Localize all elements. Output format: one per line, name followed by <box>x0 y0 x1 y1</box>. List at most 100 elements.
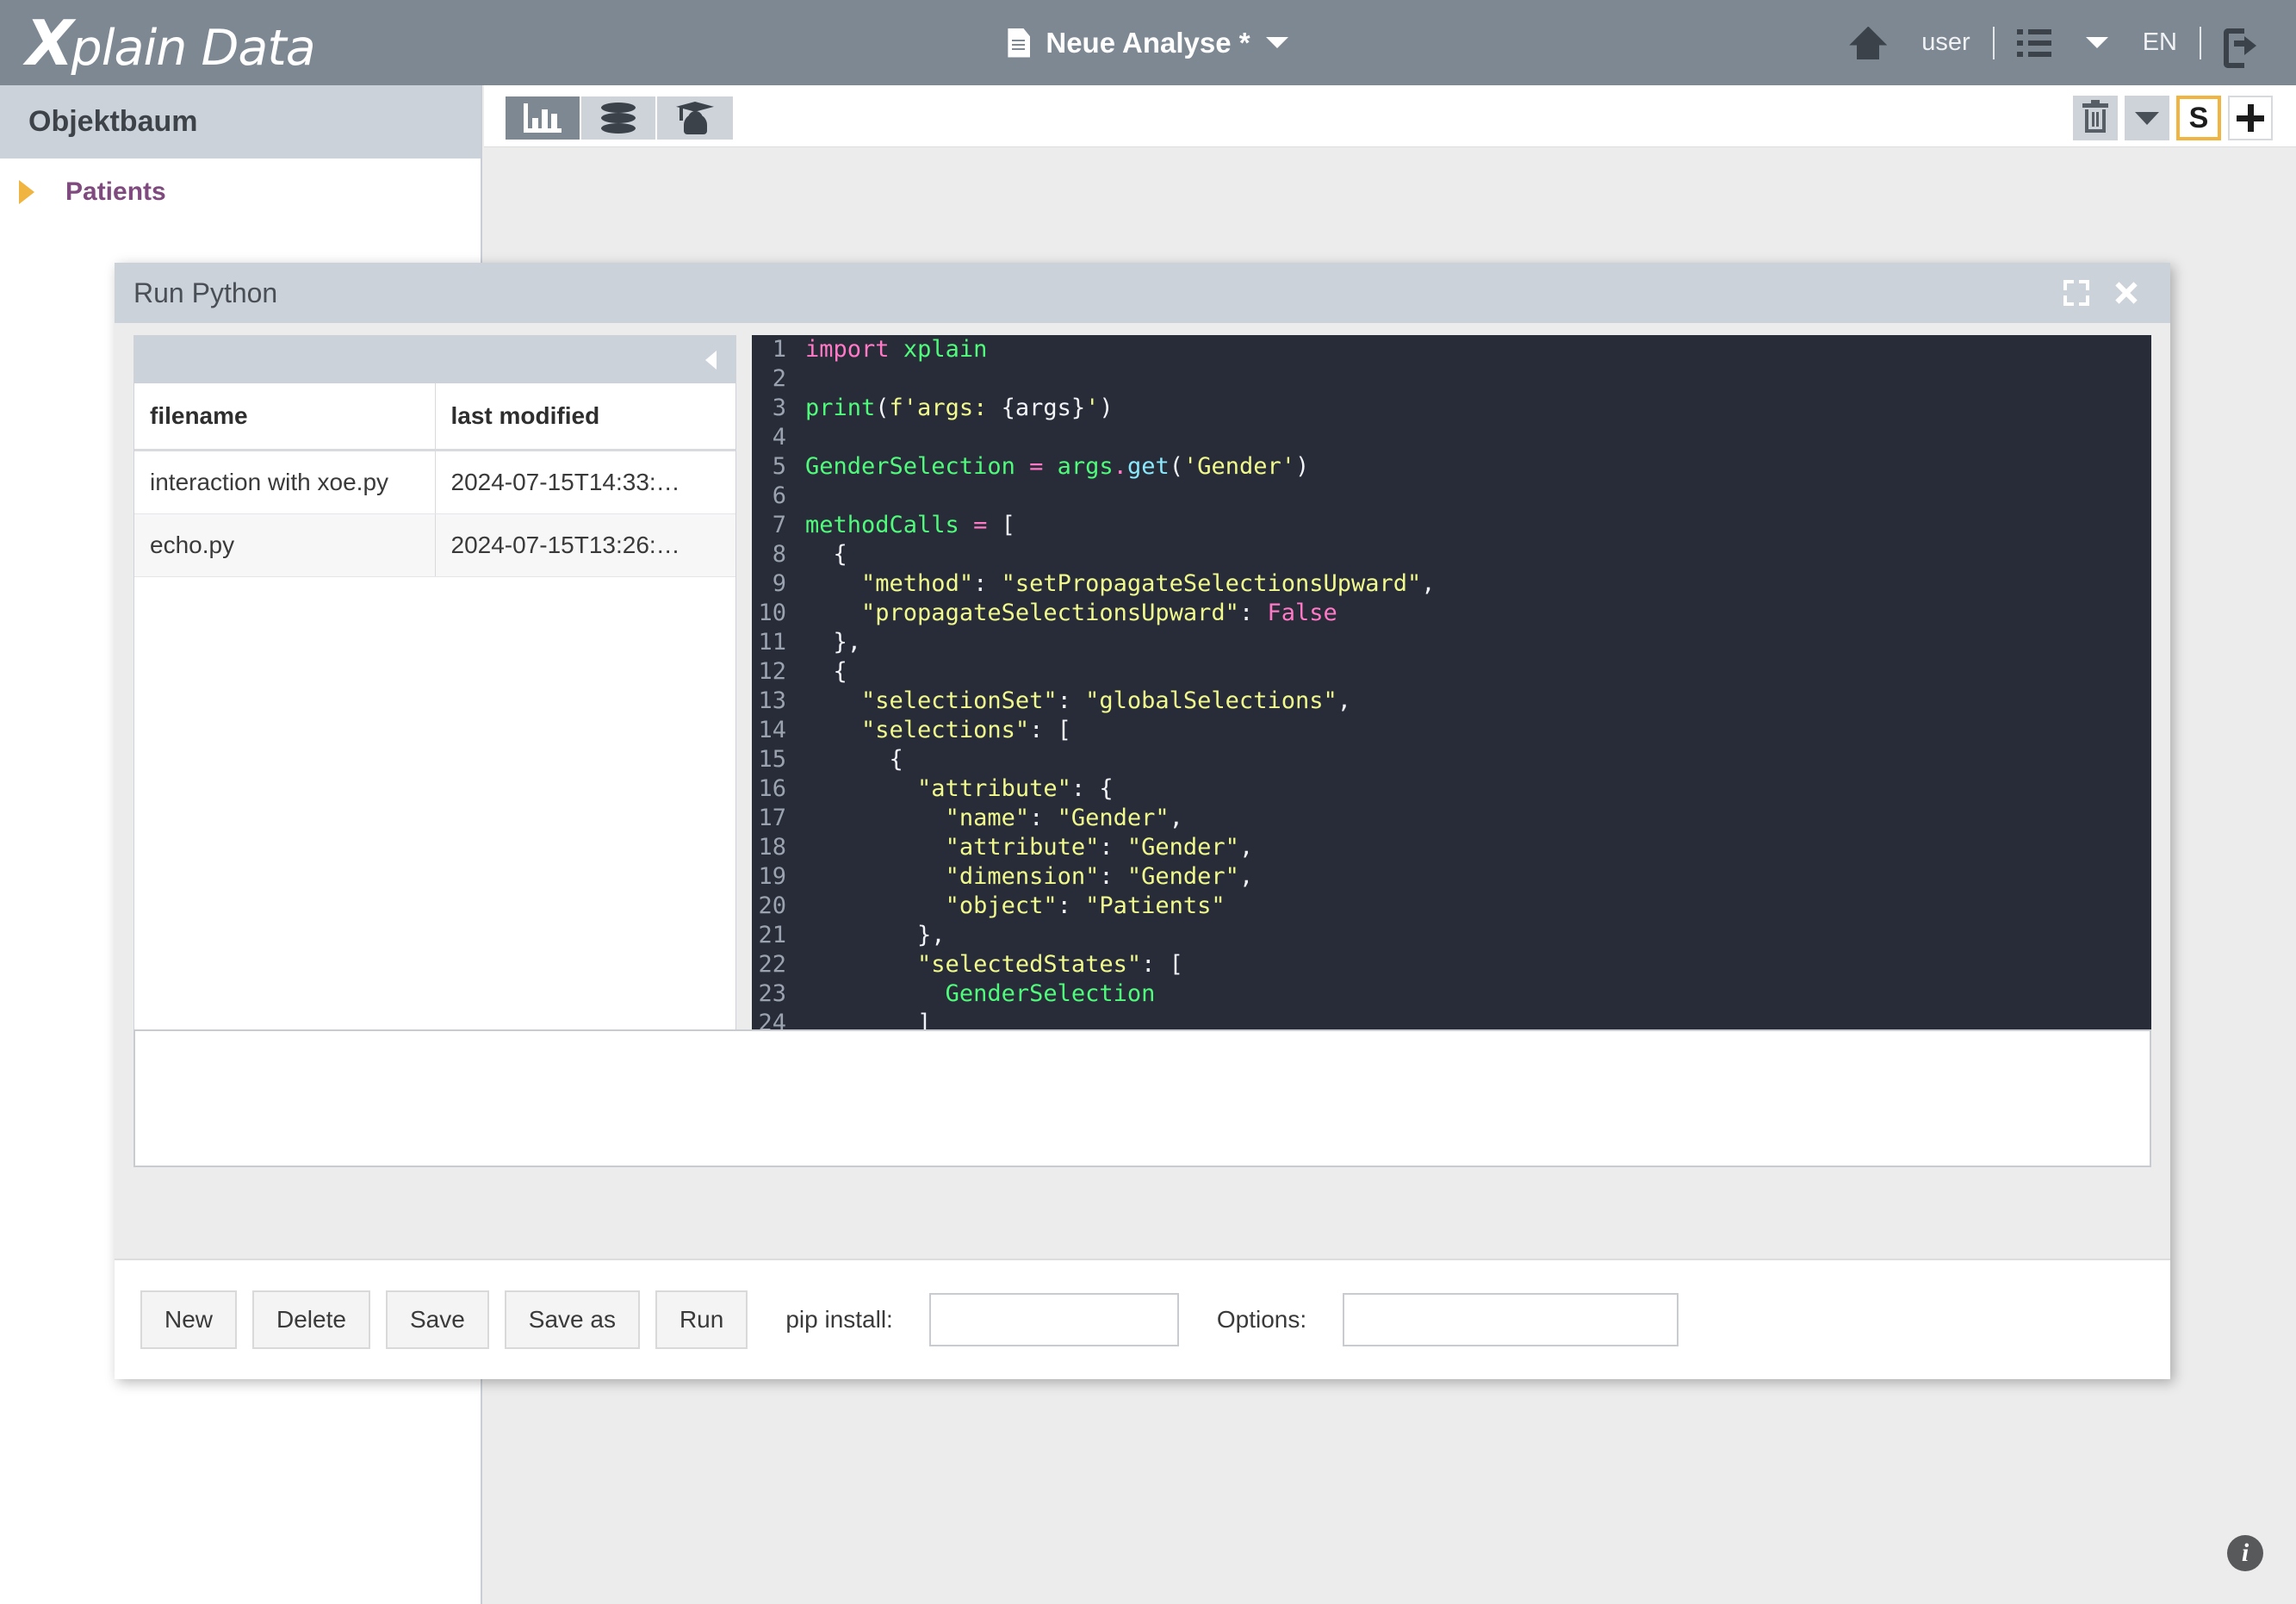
pip-install-input[interactable] <box>928 1293 1179 1346</box>
delete-button[interactable] <box>2073 96 2118 140</box>
chevron-down-icon <box>2135 111 2159 125</box>
code-line: 20 "object": "Patients" <box>752 892 2151 921</box>
app-header: X plain Data Neue Analyse * user EN <box>0 0 2296 85</box>
code-line: 19 "dimension": "Gender", <box>752 862 2151 892</box>
save-as-button[interactable]: Save as <box>504 1290 640 1349</box>
page-title: Neue Analyse * <box>1046 26 1250 59</box>
code-text: }, <box>805 922 946 948</box>
language-selector[interactable]: EN <box>2125 0 2194 85</box>
line-number: 23 <box>758 980 786 1007</box>
code-text: "attribute": "Gender", <box>945 834 1254 861</box>
line-number: 5 <box>772 453 786 480</box>
logout-button[interactable] <box>2206 0 2274 85</box>
line-number: 20 <box>758 892 786 919</box>
run-python-dialog: Run Python filename last modified intera… <box>115 263 2170 1379</box>
s-button[interactable]: S <box>2176 96 2221 140</box>
home-button[interactable] <box>1832 0 1904 85</box>
chart-view-button[interactable] <box>506 96 581 140</box>
pip-install-label: pip install: <box>785 1306 893 1333</box>
file-panel-toolbar <box>134 336 735 383</box>
run-button[interactable]: Run <box>655 1290 748 1349</box>
close-icon[interactable] <box>2113 280 2139 306</box>
code-line: 12 { <box>752 657 2151 687</box>
line-number: 2 <box>772 365 786 392</box>
code-line: 2 <box>752 364 2151 394</box>
code-text: print(f'args: {args}') <box>805 395 1114 421</box>
app-logo[interactable]: X plain Data <box>26 6 316 79</box>
logo-x-mark: X <box>26 6 73 79</box>
delete-dropdown-button[interactable] <box>2125 96 2169 140</box>
cell-filename: interaction with xoe.py <box>134 450 435 514</box>
code-text: "selectedStates": [ <box>917 951 1183 978</box>
line-number: 21 <box>758 922 786 948</box>
code-line: 22 "selectedStates": [ <box>752 950 2151 979</box>
sidebar-title: Objektbaum <box>28 105 198 138</box>
code-text: "name": "Gender", <box>945 805 1183 831</box>
code-line: 9 "method": "setPropagateSelectionsUpwar… <box>752 569 2151 599</box>
code-line: 14 "selections": [ <box>752 716 2151 745</box>
table-row[interactable]: interaction with xoe.py 2024-07-15T14:33:… <box>134 450 735 514</box>
code-line: 21 }, <box>752 921 2151 950</box>
expand-icon[interactable] <box>2063 280 2089 306</box>
code-text: "propagateSelectionsUpward": False <box>861 600 1337 626</box>
code-line: 6 <box>752 482 2151 511</box>
code-text: }, <box>805 629 862 656</box>
dialog-header: Run Python <box>115 263 2170 323</box>
code-editor[interactable]: 1 import xplain 2 3 print(f'args: {args}') 4 5… <box>752 335 2151 1072</box>
user-menu[interactable]: user <box>1904 0 1987 85</box>
graduation-cap-icon <box>676 102 714 134</box>
code-text: "attribute": { <box>917 775 1114 802</box>
code-text: GenderSelection = args.get('Gender') <box>805 453 1310 480</box>
options-input[interactable] <box>1343 1293 1679 1346</box>
line-number: 13 <box>758 687 786 714</box>
cell-last-modified: 2024-07-15T14:33:… <box>434 450 735 514</box>
sidebar-item-patients[interactable]: Patients <box>0 159 481 226</box>
line-number: 9 <box>772 570 786 597</box>
line-number: 16 <box>758 775 786 802</box>
line-number: 10 <box>758 600 786 626</box>
sidebar-item-label: Patients <box>65 177 166 206</box>
triangle-right-icon[interactable] <box>19 180 34 204</box>
delete-button[interactable]: Delete <box>252 1290 370 1349</box>
menu-dropdown-button[interactable] <box>2069 0 2125 85</box>
info-icon[interactable]: i <box>2227 1535 2263 1571</box>
column-header-filename[interactable]: filename <box>134 383 435 451</box>
line-number: 17 <box>758 805 786 831</box>
menu-list-button[interactable] <box>2000 0 2069 85</box>
view-mode-group <box>506 96 733 140</box>
code-text: "object": "Patients" <box>945 892 1226 919</box>
code-line: 15 { <box>752 745 2151 774</box>
home-icon <box>1849 27 1887 59</box>
code-text: "method": "setPropagateSelectionsUpward"… <box>861 570 1436 597</box>
add-button[interactable] <box>2228 96 2273 140</box>
divider <box>2200 26 2201 59</box>
line-number: 8 <box>772 541 786 568</box>
expert-view-button[interactable] <box>657 96 733 140</box>
line-number: 3 <box>772 395 786 421</box>
cell-last-modified: 2024-07-15T13:26:… <box>434 513 735 577</box>
code-line: 11 }, <box>752 628 2151 657</box>
output-console[interactable] <box>133 1029 2151 1167</box>
code-text: "dimension": "Gender", <box>945 863 1254 890</box>
code-line: 18 "attribute": "Gender", <box>752 833 2151 862</box>
line-number: 11 <box>758 629 786 656</box>
code-text: { <box>805 541 847 568</box>
table-row[interactable]: echo.py 2024-07-15T13:26:… <box>134 513 735 577</box>
save-button[interactable]: Save <box>385 1290 489 1349</box>
code-text: "selectionSet": "globalSelections", <box>861 687 1351 714</box>
document-title-group[interactable]: Neue Analyse * <box>907 27 1389 59</box>
collapse-left-icon[interactable] <box>705 351 717 370</box>
data-view-button[interactable] <box>581 96 657 140</box>
table-header-row: filename last modified <box>134 383 735 451</box>
dialog-footer: New Delete Save Save as Run pip install:… <box>115 1259 2170 1379</box>
column-header-last-modified[interactable]: last modified <box>434 383 735 451</box>
code-text: { <box>805 658 847 685</box>
logout-icon <box>2224 28 2256 68</box>
code-line: 7 methodCalls = [ <box>752 511 2151 540</box>
code-line: 4 <box>752 423 2151 452</box>
list-icon <box>2016 28 2051 57</box>
chevron-down-icon[interactable] <box>1265 37 1288 48</box>
chevron-down-icon <box>2085 37 2108 48</box>
new-button[interactable]: New <box>140 1290 238 1349</box>
code-line: 10 "propagateSelectionsUpward": False <box>752 599 2151 628</box>
